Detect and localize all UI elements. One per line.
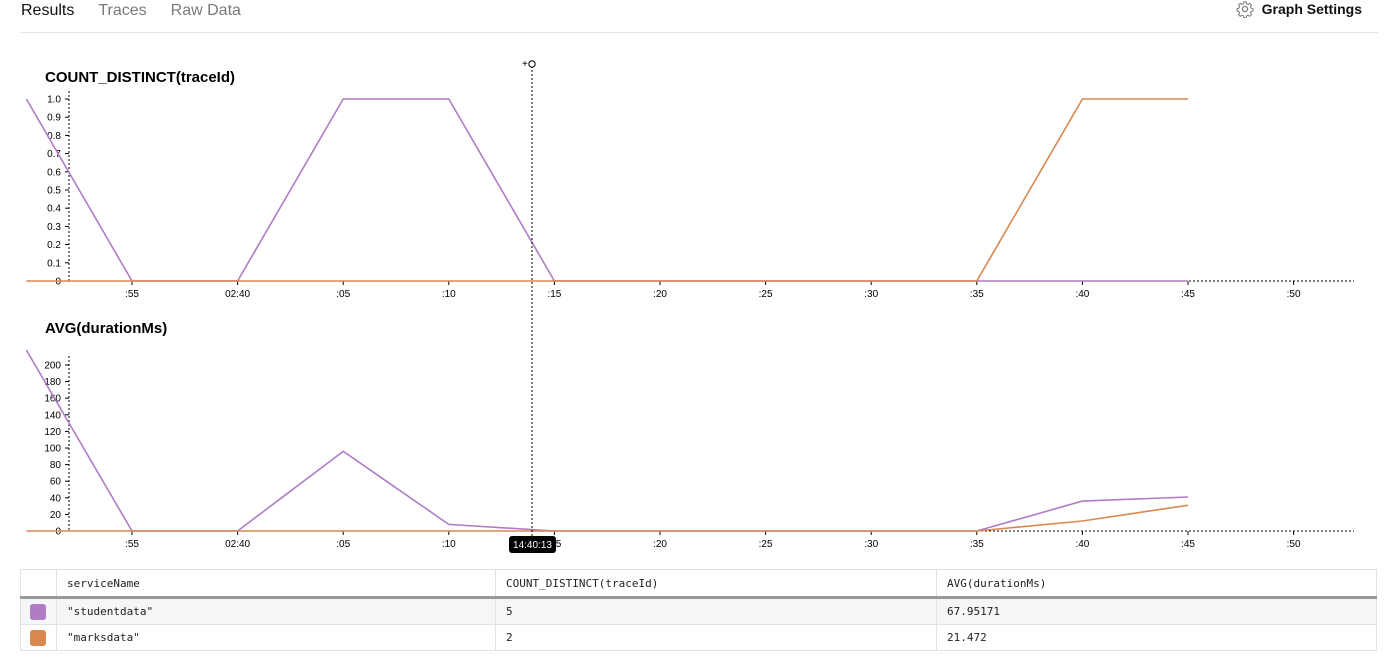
charts-canvas[interactable]: 1.00.90.80.70.60.50.40.30.20.10:55 02:40:… <box>0 0 1394 560</box>
y-tick-label: 0.6 <box>47 167 61 178</box>
table-row[interactable]: "marksdata" 2 21.472 <box>20 624 1377 651</box>
cell-servicename: "marksdata" <box>56 624 496 651</box>
y-tick-label: 140 <box>44 410 61 421</box>
y-tick-label: 60 <box>50 477 62 488</box>
studentdata-swatch[interactable] <box>30 603 46 620</box>
x-tick-label: :05 <box>336 539 350 550</box>
y-tick-label: 0.8 <box>47 131 61 142</box>
series-line-marksdata[interactable] <box>26 504 1189 532</box>
x-tick-label: 02:40 <box>225 289 250 300</box>
x-tick-label: :05 <box>336 289 350 300</box>
x-tick-label: :45 <box>1181 539 1195 550</box>
y-tick-label: 100 <box>44 444 61 455</box>
column-header-servicename[interactable]: serviceName <box>56 569 496 599</box>
x-tick-label: :40 <box>1075 539 1089 550</box>
y-tick-label: 80 <box>50 460 62 471</box>
x-tick-label: :15 <box>547 289 561 300</box>
y-tick-label: 0.9 <box>47 113 61 124</box>
y-tick-label: 0.5 <box>47 186 61 197</box>
table-row[interactable]: "studentdata" 5 67.95171 <box>20 597 1377 625</box>
y-tick-label: 0.2 <box>47 240 61 251</box>
cell-servicename: "studentdata" <box>56 597 496 625</box>
cell-avg: 67.95171 <box>936 597 1377 625</box>
y-tick-label: 20 <box>50 510 62 521</box>
y-tick-label: 0 <box>55 527 61 538</box>
x-tick-label: :50 <box>1287 289 1301 300</box>
y-tick-label: 200 <box>44 361 61 372</box>
x-tick-label: :10 <box>442 539 456 550</box>
y-tick-label: 0 <box>55 277 61 288</box>
x-tick-label: :30 <box>864 539 878 550</box>
x-tick-label: :45 <box>1181 289 1195 300</box>
y-tick-label: 0.3 <box>47 222 61 233</box>
x-tick-label: 02:40 <box>225 539 250 550</box>
marksdata-swatch[interactable] <box>30 629 46 646</box>
x-tick-label: :20 <box>653 539 667 550</box>
series-line-studentdata[interactable] <box>25 349 1189 532</box>
add-marker-icon[interactable]: + <box>522 59 528 70</box>
y-tick-label: 0.1 <box>47 258 61 269</box>
x-tick-label: :25 <box>759 539 773 550</box>
y-tick-label: 1.0 <box>47 95 61 106</box>
y-tick-label: 40 <box>50 493 62 504</box>
column-header-avg[interactable]: AVG(durationMs) <box>936 569 1377 599</box>
x-tick-label: :35 <box>970 539 984 550</box>
x-tick-label: :30 <box>864 289 878 300</box>
y-tick-label: 0.4 <box>47 204 61 215</box>
series-line-studentdata[interactable] <box>25 98 1188 282</box>
x-tick-label: :35 <box>970 289 984 300</box>
x-tick-label: :40 <box>1075 289 1089 300</box>
x-tick-label: :55 <box>125 289 139 300</box>
legend-table: serviceName COUNT_DISTINCT(traceId) AVG(… <box>20 569 1377 651</box>
cursor-handle-icon[interactable] <box>528 60 536 68</box>
cursor-time-label: 14:40:13 <box>513 540 552 551</box>
column-header-count[interactable]: COUNT_DISTINCT(traceId) <box>495 569 937 599</box>
x-tick-label: :20 <box>653 289 667 300</box>
cell-count: 2 <box>495 624 937 651</box>
swatch-header <box>20 569 57 599</box>
x-tick-label: :10 <box>442 289 456 300</box>
x-tick-label: :25 <box>759 289 773 300</box>
cell-count: 5 <box>495 597 937 625</box>
cell-avg: 21.472 <box>936 624 1377 651</box>
x-tick-label: :50 <box>1287 539 1301 550</box>
x-tick-label: :55 <box>125 539 139 550</box>
series-line-marksdata[interactable] <box>26 98 1188 282</box>
y-tick-label: 120 <box>44 427 61 438</box>
